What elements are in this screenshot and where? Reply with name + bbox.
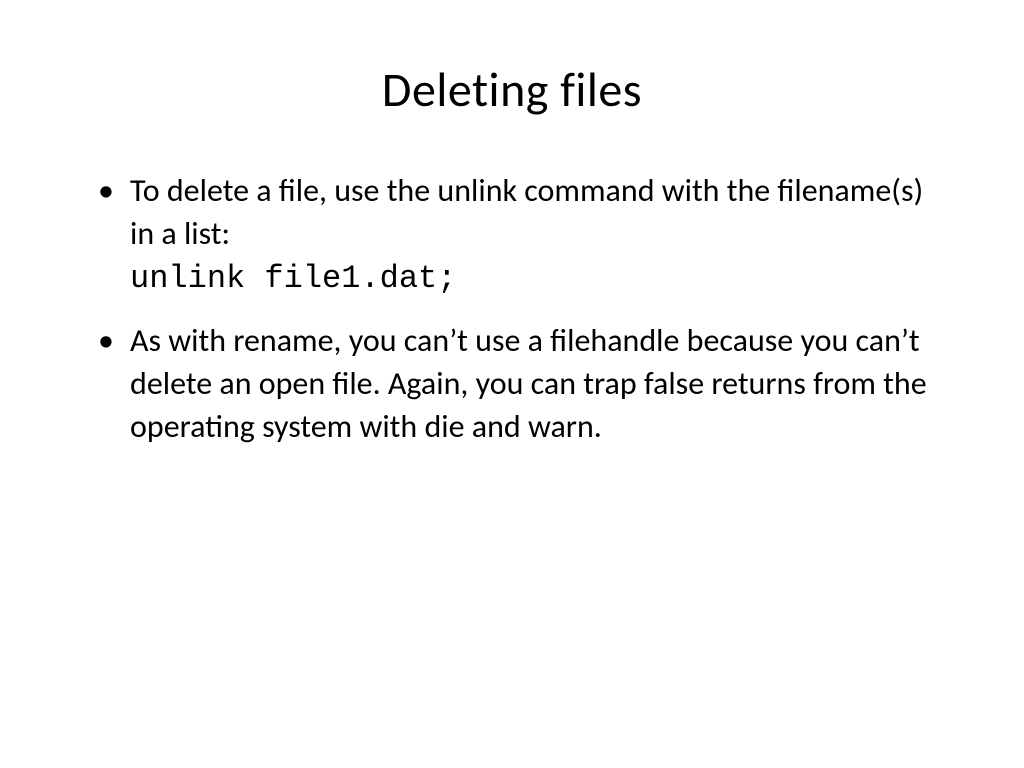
bullet-list: To delete a file, use the unlink command… [90,169,954,448]
slide-content: To delete a file, use the unlink command… [70,169,954,448]
list-item: As with rename, you can’t use a filehand… [90,319,954,449]
bullet-text: To delete a file, use the unlink command… [130,171,923,253]
code-snippet: unlink file1.dat; [130,257,954,300]
list-item: To delete a file, use the unlink command… [90,169,954,301]
slide-title: Deleting files [70,60,954,119]
bullet-text: As with rename, you can’t use a filehand… [130,321,927,446]
